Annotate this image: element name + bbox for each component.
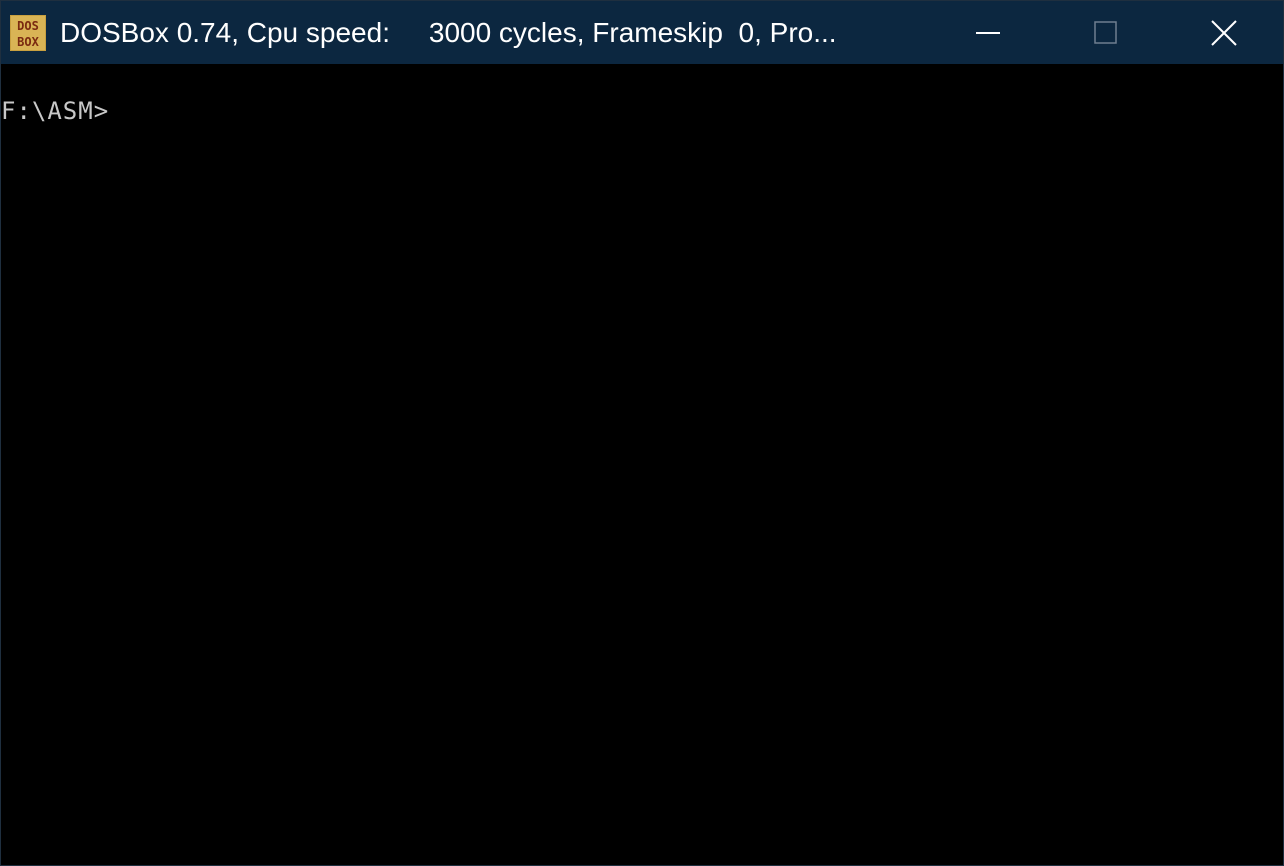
dosbox-window: DOS BOX DOSBox 0.74, Cpu speed: 3000 cyc…	[0, 0, 1284, 866]
title-bar[interactable]: DOS BOX DOSBox 0.74, Cpu speed: 3000 cyc…	[1, 1, 1283, 64]
dos-terminal[interactable]: F:\ASM>	[1, 64, 1283, 865]
minimize-icon	[976, 31, 1000, 34]
dosbox-icon[interactable]: DOS BOX	[10, 15, 46, 51]
maximize-icon	[1094, 20, 1117, 44]
close-icon	[1211, 19, 1237, 46]
command-prompt: F:\ASM>	[1, 97, 110, 125]
icon-text-bottom: BOX	[17, 35, 39, 49]
maximize-button[interactable]	[1047, 1, 1165, 64]
close-button[interactable]	[1165, 1, 1283, 64]
minimize-button[interactable]	[929, 1, 1047, 64]
icon-text-top: DOS	[17, 19, 39, 33]
window-title: DOSBox 0.74, Cpu speed: 3000 cycles, Fra…	[60, 17, 837, 48]
